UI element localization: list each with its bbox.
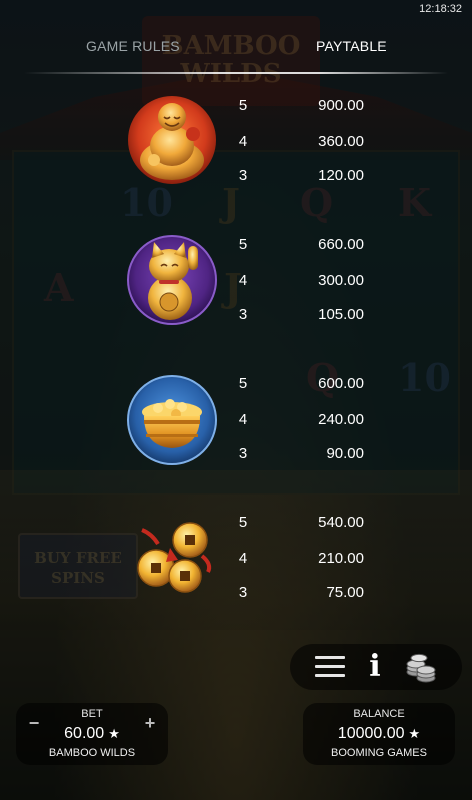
star-icon: ★ [408, 726, 421, 741]
star-icon: ★ [108, 726, 120, 741]
coin-stack-icon[interactable] [404, 650, 438, 684]
pay-count: 4 [238, 411, 248, 428]
pay-row-pot-4: 4 240.00 [0, 411, 472, 431]
pay-row-pot-3: 3 90.00 [0, 445, 472, 465]
pay-count: 4 [238, 550, 248, 567]
pay-count: 3 [238, 306, 248, 323]
tab-underline [24, 72, 448, 74]
pay-count: 5 [238, 236, 248, 253]
provider-name: BOOMING GAMES [331, 747, 427, 759]
pay-count: 5 [238, 375, 248, 392]
info-icon[interactable]: i [366, 650, 384, 684]
pay-row-coins-3: 3 75.00 [0, 584, 472, 604]
hamburger-icon[interactable] [315, 656, 345, 678]
status-clock: 12:18:32 [419, 3, 462, 15]
balance-value: 10000.00 [337, 725, 405, 742]
pay-count: 3 [238, 584, 248, 601]
pay-value: 300.00 [318, 272, 364, 289]
pay-row-buddha-5: 5 900.00 [0, 97, 472, 117]
pay-row-coins-5: 5 540.00 [0, 514, 472, 534]
tab-paytable[interactable]: PAYTABLE [316, 38, 387, 54]
pay-count: 4 [238, 133, 248, 150]
pay-row-cat-3: 3 105.00 [0, 306, 472, 326]
pay-count: 3 [238, 445, 248, 462]
pay-row-cat-5: 5 660.00 [0, 236, 472, 256]
pay-value: 360.00 [318, 133, 364, 150]
pay-row-coins-4: 4 210.00 [0, 550, 472, 570]
pay-value: 900.00 [318, 97, 364, 114]
bet-increase-button[interactable]: + [142, 714, 158, 732]
pay-row-pot-5: 5 600.00 [0, 375, 472, 395]
game-name: BAMBOO WILDS [48, 747, 136, 759]
pay-row-buddha-3: 3 120.00 [0, 167, 472, 187]
pay-count: 5 [238, 97, 248, 114]
pay-count: 5 [238, 514, 248, 531]
pay-row-cat-4: 4 300.00 [0, 272, 472, 292]
tab-game-rules[interactable]: GAME RULES [86, 38, 180, 54]
pay-value: 105.00 [318, 306, 364, 323]
pay-value: 120.00 [318, 167, 364, 184]
pay-value: 540.00 [318, 514, 364, 531]
balance-panel: BALANCE 10000.00 ★ BOOMING GAMES [303, 703, 455, 765]
pay-row-buddha-4: 4 360.00 [0, 133, 472, 153]
pay-value: 75.00 [326, 584, 364, 601]
pay-value: 90.00 [326, 445, 364, 462]
bet-panel: − BET 60.00 ★ BAMBOO WILDS + [16, 703, 168, 765]
pay-value: 600.00 [318, 375, 364, 392]
pay-count: 3 [238, 167, 248, 184]
pay-count: 4 [238, 272, 248, 289]
pay-value: 210.00 [318, 550, 364, 567]
balance-value-row: 10000.00 ★ [303, 725, 455, 743]
pay-value: 660.00 [318, 236, 364, 253]
balance-label: BALANCE [353, 708, 405, 720]
pay-value: 240.00 [318, 411, 364, 428]
bet-value: 60.00 [64, 725, 105, 742]
